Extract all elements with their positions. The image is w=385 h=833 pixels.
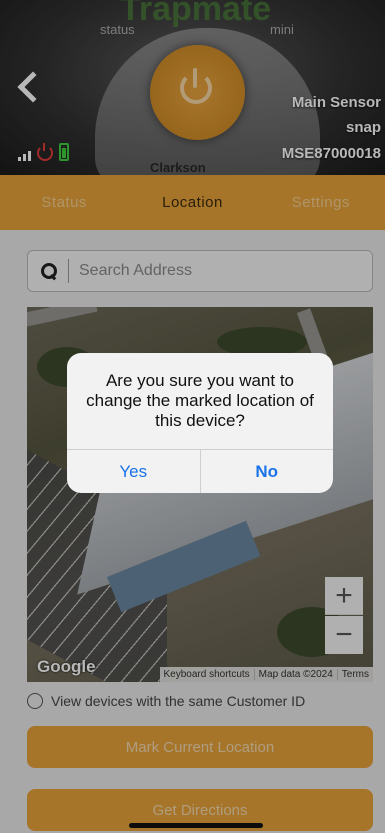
- no-button[interactable]: No: [199, 450, 334, 493]
- confirm-location-dialog: Are you sure you want to change the mark…: [67, 353, 333, 493]
- dialog-message: Are you sure you want to change the mark…: [86, 371, 314, 430]
- yes-button[interactable]: Yes: [67, 450, 200, 493]
- dialog-actions: Yes No: [67, 449, 333, 493]
